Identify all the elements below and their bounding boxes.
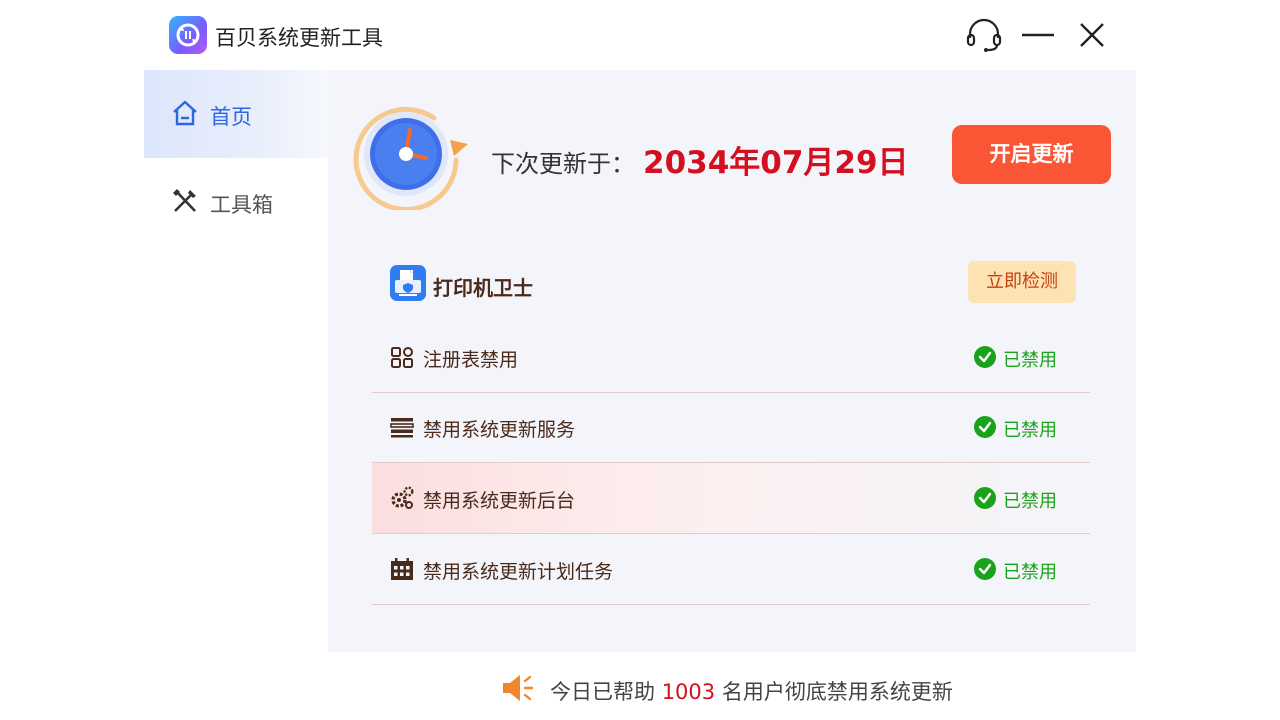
- list-icon: [390, 418, 414, 438]
- status-row-schedule: 禁用系统更新计划任务 已禁用: [372, 534, 1090, 605]
- sidebar: 首页 工具箱: [144, 70, 328, 652]
- grid-icon: [391, 347, 413, 368]
- status-badge: 已禁用: [1003, 350, 1057, 371]
- tools-icon: [173, 189, 196, 212]
- check-circle-icon: [974, 558, 996, 580]
- close-icon[interactable]: [1072, 16, 1112, 56]
- sidebar-item-label: 首页: [210, 105, 252, 129]
- main-panel: 下次更新于： 2034年07月29日 开启更新 打印机卫士 立即检测 注册表禁用: [328, 70, 1136, 652]
- status-row-label: 禁用系统更新后台: [423, 490, 576, 512]
- start-update-button[interactable]: 开启更新: [952, 125, 1111, 184]
- printer-guard-row: 打印机卫士 立即检测: [372, 255, 1090, 313]
- footer-suffix: 名用户彻底禁用系统更新: [715, 680, 953, 704]
- sidebar-item-label: 工具箱: [210, 193, 273, 217]
- title-bar: 百贝系统更新工具: [0, 0, 1280, 70]
- status-row-label: 注册表禁用: [423, 349, 519, 371]
- printer-guard-label: 打印机卫士: [433, 276, 533, 300]
- support-icon[interactable]: [964, 16, 1004, 56]
- status-row-service: 禁用系统更新服务 已禁用: [372, 392, 1090, 463]
- sidebar-item-toolbox[interactable]: 工具箱: [144, 158, 328, 246]
- status-badge: 已禁用: [1003, 491, 1057, 512]
- app-logo-icon: [169, 16, 207, 54]
- gears-icon: [391, 486, 414, 509]
- calendar-icon: [391, 558, 413, 580]
- check-circle-icon: [974, 487, 996, 509]
- minimize-icon[interactable]: [1018, 16, 1058, 56]
- check-circle-icon: [974, 416, 996, 438]
- check-circle-icon: [974, 346, 996, 368]
- next-update-label: 下次更新于：: [491, 150, 635, 178]
- footer-message: 今日已帮助 1003 名用户彻底禁用系统更新: [550, 676, 953, 706]
- footer-prefix: 今日已帮助: [550, 680, 662, 704]
- sidebar-item-home[interactable]: 首页: [144, 70, 328, 158]
- detect-now-button[interactable]: 立即检测: [968, 261, 1076, 303]
- next-update-date: 2034年07月29日: [643, 145, 909, 181]
- status-badge: 已禁用: [1003, 420, 1057, 441]
- status-row-registry: 注册表禁用 已禁用: [372, 322, 1090, 393]
- printer-icon: [390, 265, 426, 301]
- home-icon: [173, 100, 197, 126]
- status-row-background: 禁用系统更新后台 已禁用: [372, 463, 1090, 534]
- clock-icon: [353, 106, 468, 210]
- app-title: 百贝系统更新工具: [215, 26, 383, 50]
- user-count: 1003: [661, 680, 716, 704]
- status-row-label: 禁用系统更新服务: [423, 419, 576, 441]
- speaker-icon: [503, 675, 534, 701]
- footer: 今日已帮助 1003 名用户彻底禁用系统更新: [0, 652, 1280, 720]
- status-badge: 已禁用: [1003, 562, 1057, 583]
- status-row-label: 禁用系统更新计划任务: [423, 561, 614, 583]
